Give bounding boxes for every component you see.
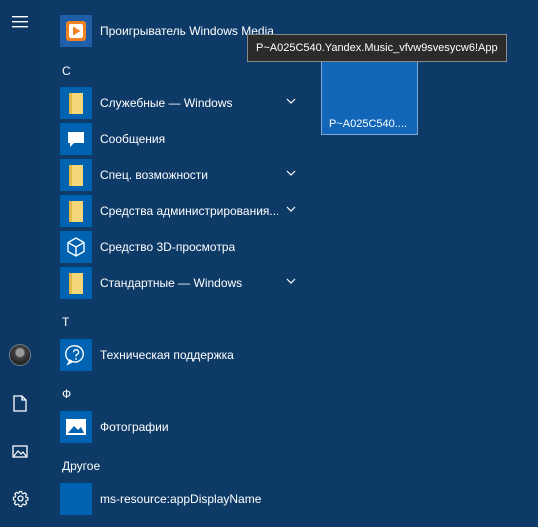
app-label: Сообщения [100, 132, 166, 146]
photo-icon [66, 419, 86, 435]
settings-button[interactable] [0, 478, 40, 518]
app-photos[interactable]: Фотографии [60, 411, 300, 443]
app-accessibility[interactable]: Спец. возможности [60, 159, 300, 191]
pinned-tile-yandex-music[interactable]: P~A025C540.... [321, 58, 418, 135]
cube-icon [67, 237, 85, 257]
app-admin-tools[interactable]: Средства администрирования... [60, 195, 300, 227]
tech-support-tile [60, 339, 92, 371]
section-header-t[interactable]: Т [62, 315, 69, 329]
photos-tile [60, 411, 92, 443]
menu-button[interactable] [0, 2, 40, 42]
accessories-tile [60, 267, 92, 299]
folder-icon [69, 164, 83, 186]
pictures-button[interactable] [0, 431, 40, 471]
app-messages[interactable]: Сообщения [60, 123, 300, 155]
folder-icon [69, 200, 83, 222]
help-chat-icon [65, 345, 84, 366]
section-header-c[interactable]: С [62, 64, 71, 78]
app-ms-resource[interactable]: ms-resource:appDisplayName [60, 483, 300, 515]
chevron-down-icon [286, 206, 296, 212]
documents-button[interactable] [0, 383, 40, 423]
app-label: Средство 3D-просмотра [100, 240, 236, 254]
viewer-3d-tile [60, 231, 92, 263]
chat-icon [68, 131, 84, 147]
hamburger-icon [12, 16, 28, 28]
user-account-button[interactable] [0, 335, 40, 375]
chevron-down-icon [286, 170, 296, 176]
blank-tile [60, 483, 92, 515]
messages-tile [60, 123, 92, 155]
media-player-tile [60, 15, 92, 47]
section-header-f[interactable]: Ф [62, 387, 71, 401]
tile-label: P~A025C540.... [329, 118, 407, 130]
avatar [9, 344, 31, 366]
system-tools-tile [60, 87, 92, 119]
chevron-down-icon [286, 98, 296, 104]
app-tech-support[interactable]: Техническая поддержка [60, 339, 300, 371]
app-3d-viewer[interactable]: Средство 3D-просмотра [60, 231, 300, 263]
admin-tools-tile [60, 195, 92, 227]
section-header-other[interactable]: Другое [62, 459, 100, 473]
app-label: Средства администрирования... [100, 204, 278, 218]
start-rail [0, 0, 40, 527]
accessibility-tile [60, 159, 92, 191]
app-label: Фотографии [100, 420, 169, 434]
tooltip: P~A025C540.Yandex.Music_vfvw9svesycw6!Ap… [247, 34, 507, 62]
app-label: Спец. возможности [100, 168, 208, 182]
gear-icon [12, 490, 29, 507]
app-accessories[interactable]: Стандартные — Windows [60, 267, 300, 299]
app-label: ms-resource:appDisplayName [100, 492, 262, 506]
pictures-icon [12, 444, 28, 458]
chevron-down-icon [286, 278, 296, 284]
document-icon [13, 394, 27, 412]
folder-icon [69, 92, 83, 114]
app-label: Стандартные — Windows [100, 276, 243, 290]
media-player-icon [66, 21, 86, 41]
folder-icon [69, 272, 83, 294]
app-label: Служебные — Windows [100, 96, 233, 110]
app-system-tools[interactable]: Служебные — Windows [60, 87, 300, 119]
app-label: Техническая поддержка [100, 348, 234, 362]
